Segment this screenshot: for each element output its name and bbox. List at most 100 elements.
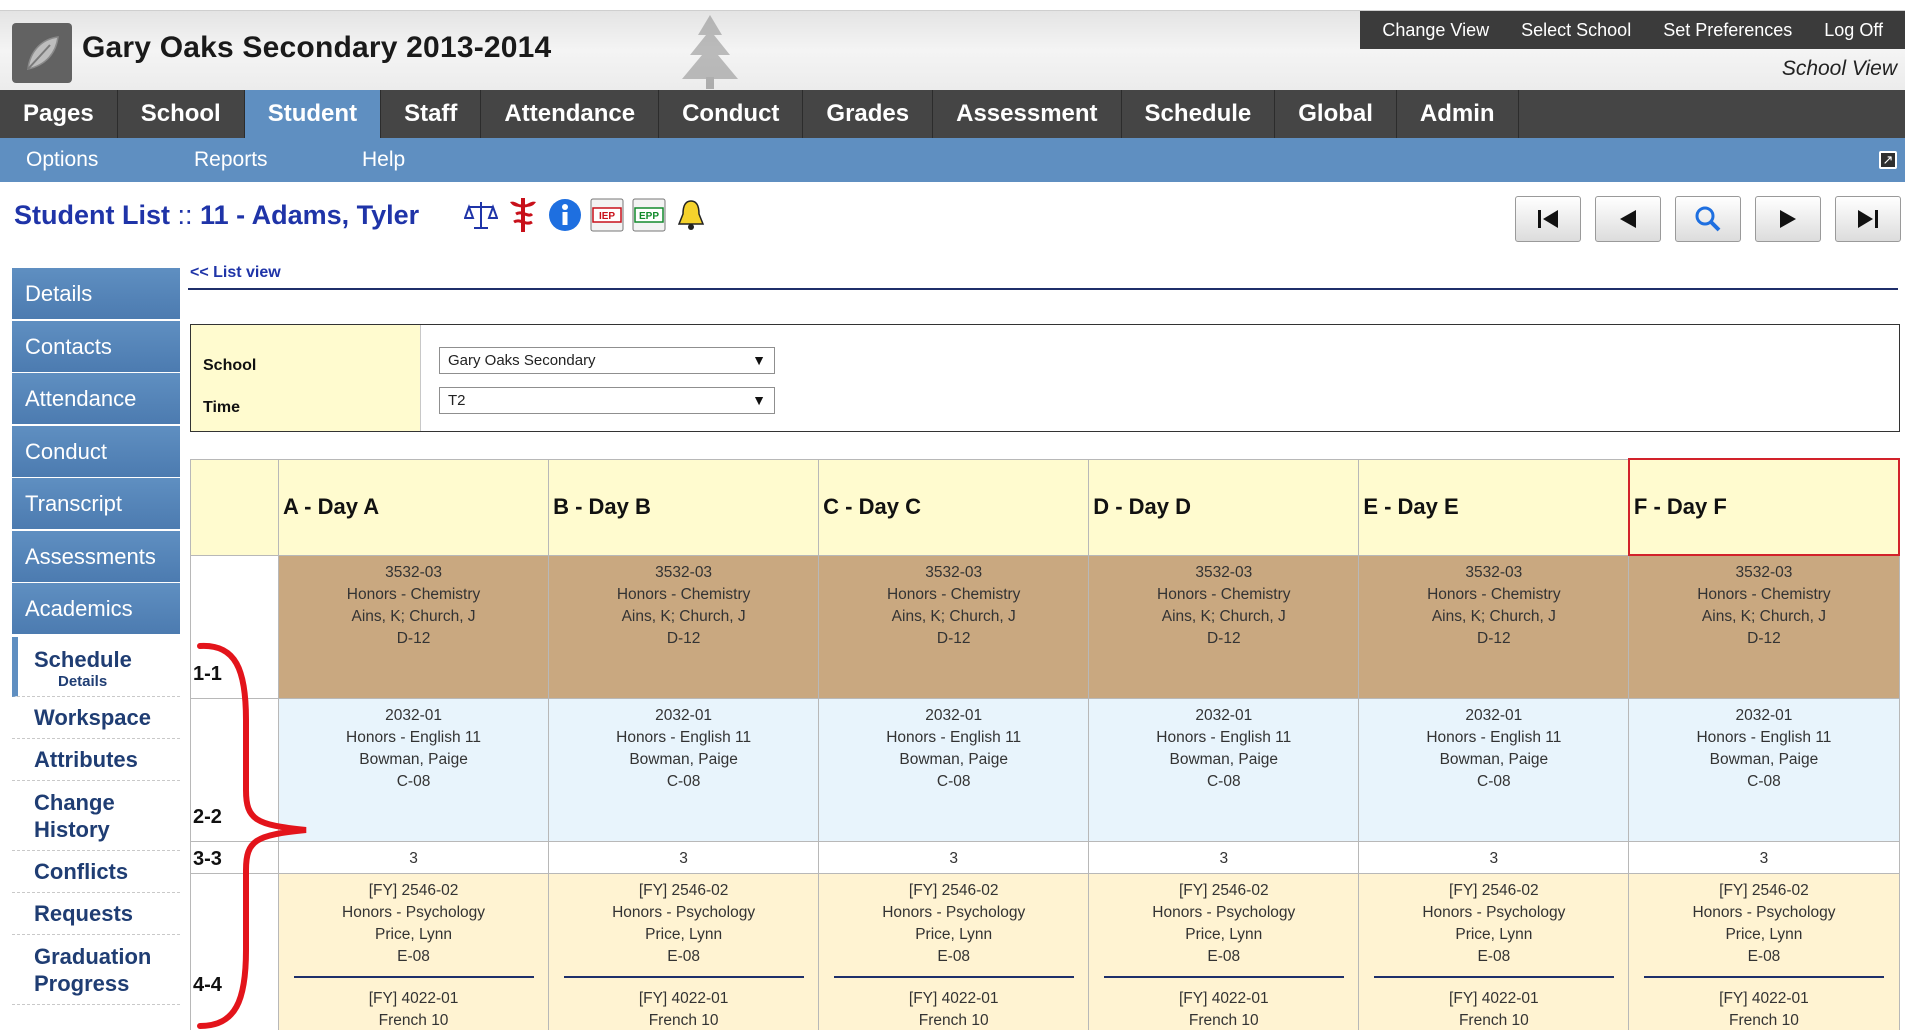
- time-select[interactable]: T2 ▼: [439, 387, 775, 414]
- tab-conduct[interactable]: Conduct: [659, 90, 804, 138]
- medical-caduceus-icon[interactable]: [504, 195, 542, 235]
- schedule-cell[interactable]: [FY] 2546-02 Honors - Psychology Price, Ly…: [548, 872, 820, 1030]
- info-icon[interactable]: [546, 195, 584, 235]
- help-menu[interactable]: Help: [362, 138, 405, 182]
- schedule-cell[interactable]: 2032-01 Honors - English 11 Bowman, Paige C…: [1088, 697, 1360, 842]
- options-menu[interactable]: Options: [26, 138, 98, 182]
- schedule-cell[interactable]: 3: [1358, 840, 1630, 874]
- tab-school[interactable]: School: [118, 90, 245, 138]
- side-nav-transcript[interactable]: Transcript: [12, 478, 180, 529]
- epp-document-icon[interactable]: EPP: [630, 195, 668, 235]
- course-code: [FY] 2546-02: [1449, 881, 1539, 899]
- course-teacher: Ains, K; Church, J: [351, 607, 476, 625]
- schedule-cell[interactable]: 3: [277, 840, 550, 874]
- day-header-f[interactable]: F - Day F: [1627, 458, 1901, 556]
- schedule-cell[interactable]: [FY] 2546-02 Honors - Psychology Price, Ly…: [1358, 872, 1630, 1030]
- dropdown-arrow-icon: ▼: [752, 392, 766, 408]
- course-second-name: French 10: [648, 1011, 719, 1029]
- side-sub-graduation-progress[interactable]: Graduation Progress: [12, 935, 180, 1005]
- schedule-cell[interactable]: 3: [548, 840, 820, 874]
- side-nav-assessments[interactable]: Assessments: [12, 530, 180, 582]
- tab-schedule[interactable]: Schedule: [1122, 90, 1276, 138]
- last-record-icon[interactable]: [1835, 196, 1901, 242]
- reports-menu[interactable]: Reports: [194, 138, 268, 182]
- schedule-cell[interactable]: 3: [818, 840, 1090, 874]
- side-nav-conduct[interactable]: Conduct: [12, 425, 180, 477]
- tab-assessment[interactable]: Assessment: [933, 90, 1122, 138]
- side-sub-workspace[interactable]: Workspace: [12, 697, 180, 739]
- side-sub-schedule-details[interactable]: Details: [34, 673, 180, 696]
- schedule-cell[interactable]: 3532-03 Honors - Chemistry Ains, K; Church…: [548, 554, 820, 699]
- log-off-link[interactable]: Log Off: [1808, 20, 1899, 41]
- tab-global[interactable]: Global: [1275, 90, 1397, 138]
- schedule-cell[interactable]: [FY] 2546-02 Honors - Psychology Price, Ly…: [818, 872, 1090, 1030]
- side-nav-academics[interactable]: Academics: [12, 583, 180, 634]
- tab-attendance[interactable]: Attendance: [481, 90, 660, 138]
- course-teacher: Price, Lynn: [645, 925, 723, 943]
- day-header-d[interactable]: D - Day D: [1088, 458, 1360, 556]
- side-sub-attributes[interactable]: Attributes: [12, 739, 180, 781]
- schedule-cell[interactable]: [FY] 2546-02 Honors - Psychology Price, Ly…: [1088, 872, 1360, 1030]
- time-select-value: T2: [448, 392, 466, 409]
- list-view-link[interactable]: << List view: [190, 264, 281, 282]
- side-nav-attendance[interactable]: Attendance: [12, 373, 180, 424]
- next-record-icon[interactable]: [1755, 196, 1821, 242]
- set-preferences-link[interactable]: Set Preferences: [1647, 20, 1808, 41]
- schedule-cell[interactable]: 2032-01 Honors - English 11 Bowman, Paige C…: [818, 697, 1090, 842]
- day-header-a[interactable]: A - Day A: [277, 458, 550, 556]
- select-school-link[interactable]: Select School: [1505, 20, 1647, 41]
- course-divider: [1103, 975, 1344, 978]
- popout-window-icon[interactable]: ↗: [1879, 151, 1897, 169]
- side-sub-schedule[interactable]: Schedule Details: [12, 637, 180, 697]
- course-name: Honors - English 11: [1156, 728, 1292, 746]
- side-nav-contacts[interactable]: Contacts: [12, 320, 180, 372]
- side-nav-details[interactable]: Details: [12, 268, 180, 319]
- schedule-cell[interactable]: [FY] 2546-02 Honors - Psychology Price, Ly…: [1628, 872, 1900, 1030]
- first-record-icon[interactable]: [1515, 196, 1581, 242]
- schedule-cell[interactable]: 3532-03 Honors - Chemistry Ains, K; Church…: [277, 554, 550, 699]
- schedule-cell[interactable]: [FY] 2546-02 Honors - Psychology Price, Ly…: [277, 872, 550, 1030]
- school-logo-icon[interactable]: [12, 23, 72, 83]
- course-code: 3: [1219, 849, 1229, 867]
- tab-admin[interactable]: Admin: [1397, 90, 1519, 138]
- tab-pages[interactable]: Pages: [0, 90, 118, 138]
- day-header-b[interactable]: B - Day B: [548, 458, 820, 556]
- course-room: E-08: [937, 947, 971, 965]
- tab-grades[interactable]: Grades: [803, 90, 934, 138]
- epp-label: EPP: [639, 211, 659, 222]
- course-teacher: Price, Lynn: [1455, 925, 1533, 943]
- iep-document-icon[interactable]: IEP: [588, 195, 626, 235]
- tab-student[interactable]: Student: [244, 90, 382, 138]
- day-header-e[interactable]: E - Day E: [1358, 458, 1630, 556]
- change-view-link[interactable]: Change View: [1366, 20, 1505, 41]
- course-code: 3: [1489, 849, 1499, 867]
- schedule-cell[interactable]: 3532-03 Honors - Chemistry Ains, K; Church…: [1088, 554, 1360, 699]
- side-sub-conflicts[interactable]: Conflicts: [12, 851, 180, 893]
- legal-scale-icon[interactable]: [462, 195, 500, 235]
- view-mode-label: School View: [1781, 57, 1897, 80]
- page-title-prefix[interactable]: Student List: [14, 200, 170, 230]
- day-header-c[interactable]: C - Day C: [818, 458, 1090, 556]
- schedule-cell[interactable]: 3: [1088, 840, 1360, 874]
- schedule-cell[interactable]: 3532-03 Honors - Chemistry Ains, K; Church…: [1358, 554, 1630, 699]
- course-name: Honors - Psychology: [1152, 903, 1296, 921]
- schedule-cell[interactable]: 2032-01 Honors - English 11 Bowman, Paige C…: [1628, 697, 1900, 842]
- course-code: [FY] 2546-02: [368, 881, 459, 899]
- tab-staff[interactable]: Staff: [381, 90, 482, 138]
- course-name: Honors - Psychology: [1692, 903, 1836, 921]
- search-icon[interactable]: [1675, 196, 1741, 242]
- course-code: [FY] 2546-02: [908, 881, 999, 899]
- alert-bell-icon[interactable]: [672, 195, 710, 235]
- course-divider: [1373, 975, 1614, 978]
- side-sub-change-history[interactable]: Change History: [12, 781, 180, 851]
- previous-record-icon[interactable]: [1595, 196, 1661, 242]
- schedule-cell[interactable]: 2032-01 Honors - English 11 Bowman, Paige C…: [1358, 697, 1630, 842]
- schedule-cell[interactable]: 3532-03 Honors - Chemistry Ains, K; Church…: [818, 554, 1090, 699]
- course-code: 2032-01: [655, 706, 713, 724]
- schedule-cell[interactable]: 2032-01 Honors - English 11 Bowman, Paige C…: [277, 697, 550, 842]
- side-sub-requests[interactable]: Requests: [12, 893, 180, 935]
- schedule-cell[interactable]: 3: [1628, 840, 1900, 874]
- schedule-cell[interactable]: 2032-01 Honors - English 11 Bowman, Paige C…: [548, 697, 820, 842]
- school-select[interactable]: Gary Oaks Secondary ▼: [439, 347, 775, 374]
- schedule-cell[interactable]: 3532-03 Honors - Chemistry Ains, K; Church…: [1628, 554, 1900, 699]
